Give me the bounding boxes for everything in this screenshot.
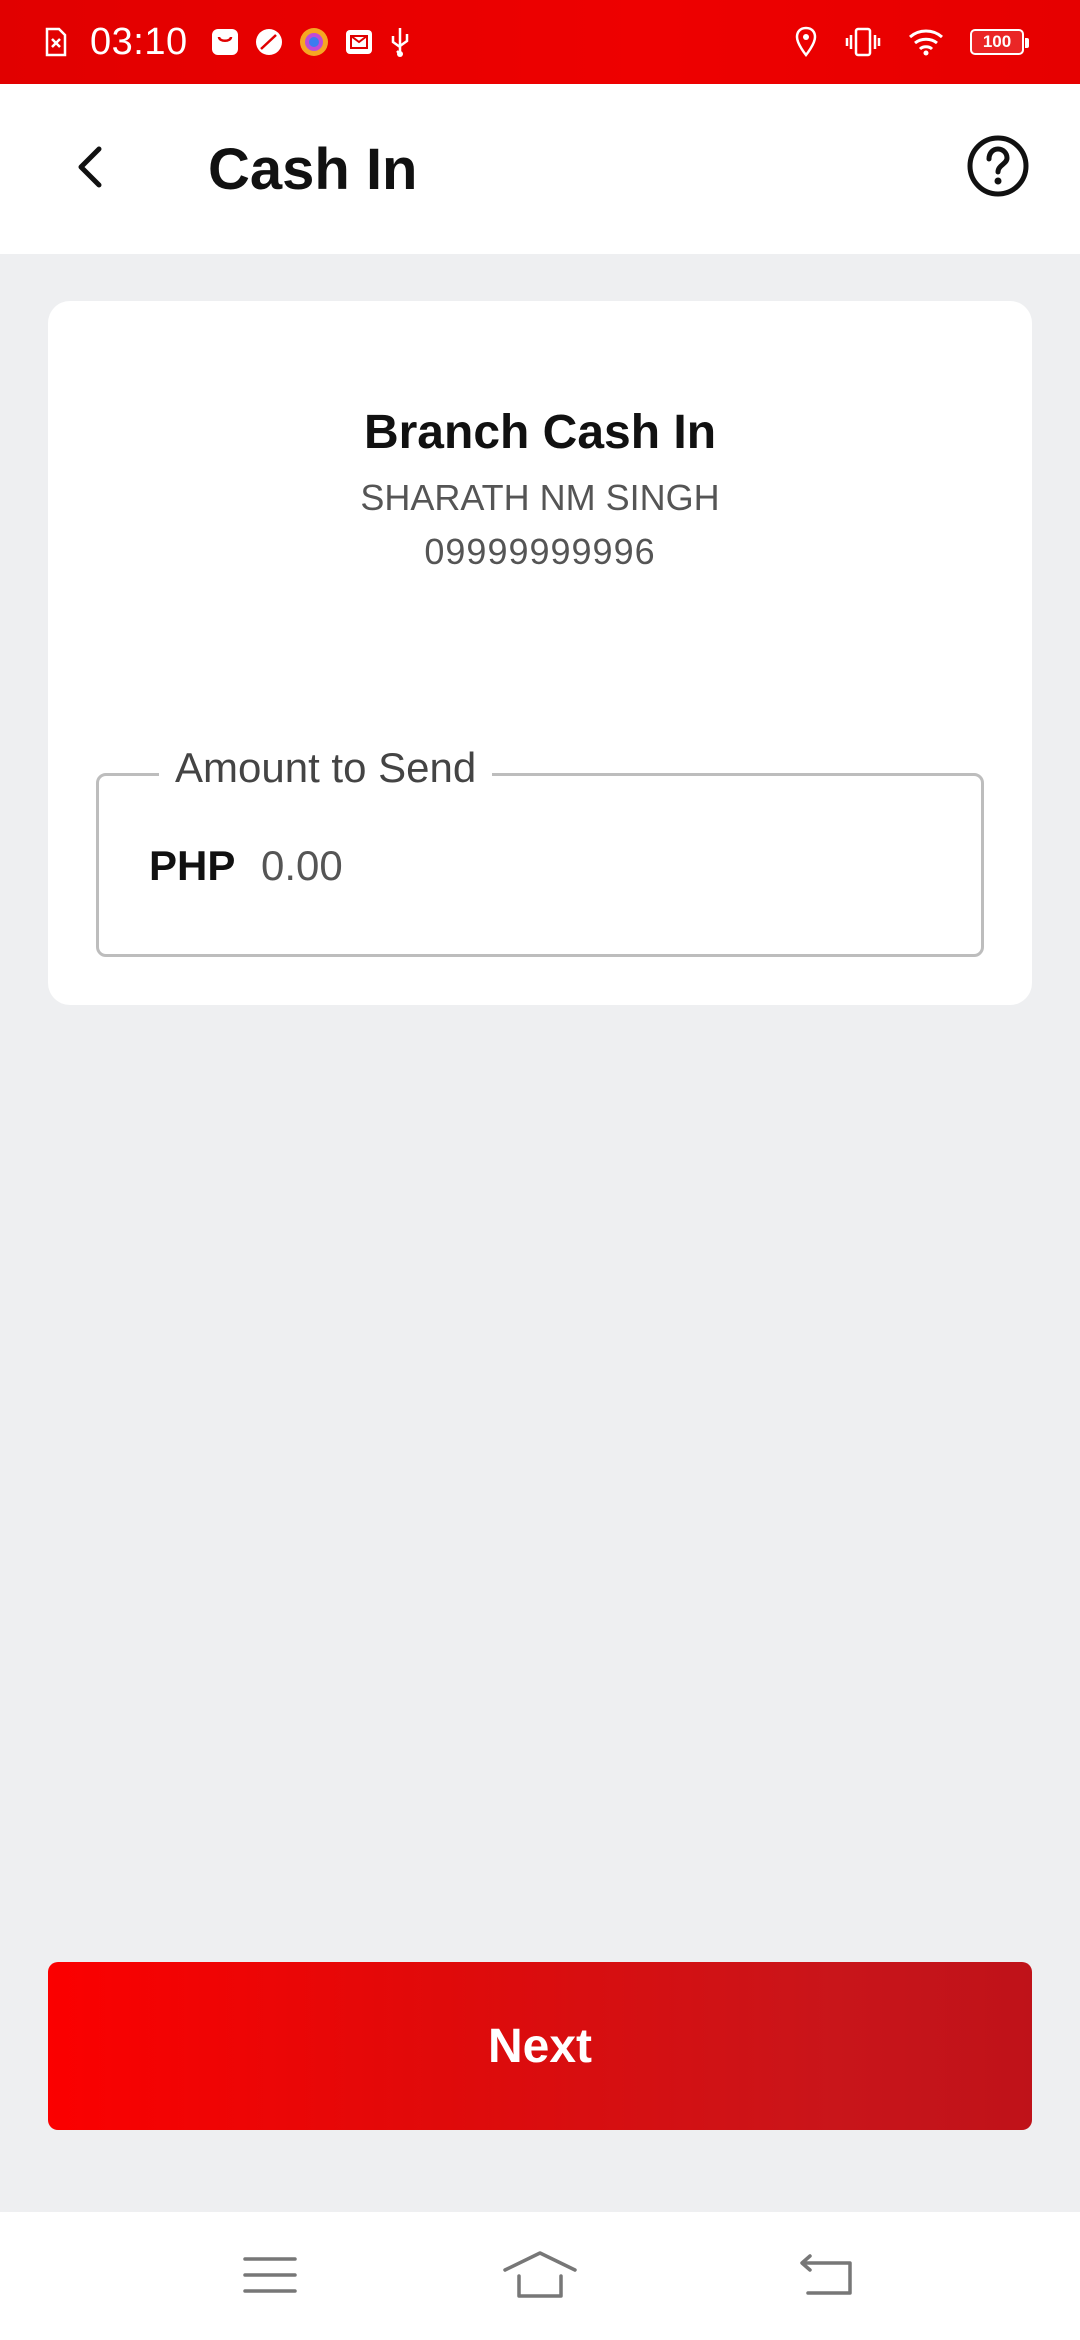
nav-menu-button[interactable] — [230, 2242, 310, 2312]
card-title: Branch Cash In — [363, 406, 717, 459]
help-button[interactable] — [966, 134, 1030, 203]
amount-field-label: Amount to Send — [159, 744, 493, 792]
nav-back-button[interactable] — [786, 2242, 866, 2312]
status-bar: 03:10 100 — [0, 0, 1080, 84]
currency-label: PHP — [149, 842, 236, 889]
account-name: SHARATH NM SINGH — [360, 477, 720, 518]
battery-level: 100 — [970, 29, 1029, 55]
system-nav-bar — [0, 2212, 1080, 2340]
location-icon — [794, 26, 818, 58]
back-button[interactable] — [60, 134, 120, 204]
chevron-left-icon — [75, 145, 105, 194]
help-circle-icon — [966, 134, 1030, 203]
sim-error-icon — [44, 27, 68, 57]
page-title: Cash In — [208, 137, 418, 202]
amount-field: Amount to Send PHP — [96, 744, 984, 957]
status-bar-right: 100 — [768, 0, 1029, 84]
nav-home-button[interactable] — [500, 2242, 580, 2312]
usb-icon — [388, 26, 412, 58]
vibrate-icon — [844, 26, 882, 58]
browser-icon — [298, 26, 330, 58]
amount-input[interactable] — [259, 834, 939, 898]
menu-icon — [243, 2253, 297, 2302]
back-icon — [796, 2253, 856, 2302]
wifi-icon — [908, 27, 944, 57]
account-number: 09999999996 — [424, 531, 656, 572]
leaf-app-icon — [254, 27, 284, 57]
battery-icon: 100 — [970, 29, 1029, 55]
app-header: Cash In — [0, 84, 1080, 254]
cash-in-card: Branch Cash In SHARATH NM SINGH 09999999… — [48, 301, 1032, 1005]
status-time: 03:10 — [90, 20, 188, 63]
mail-icon — [344, 27, 374, 57]
home-icon — [502, 2250, 578, 2305]
next-button[interactable]: Next — [48, 1962, 1032, 2130]
shopping-bag-icon — [210, 27, 240, 57]
status-bar-left: 03:10 — [44, 0, 426, 84]
